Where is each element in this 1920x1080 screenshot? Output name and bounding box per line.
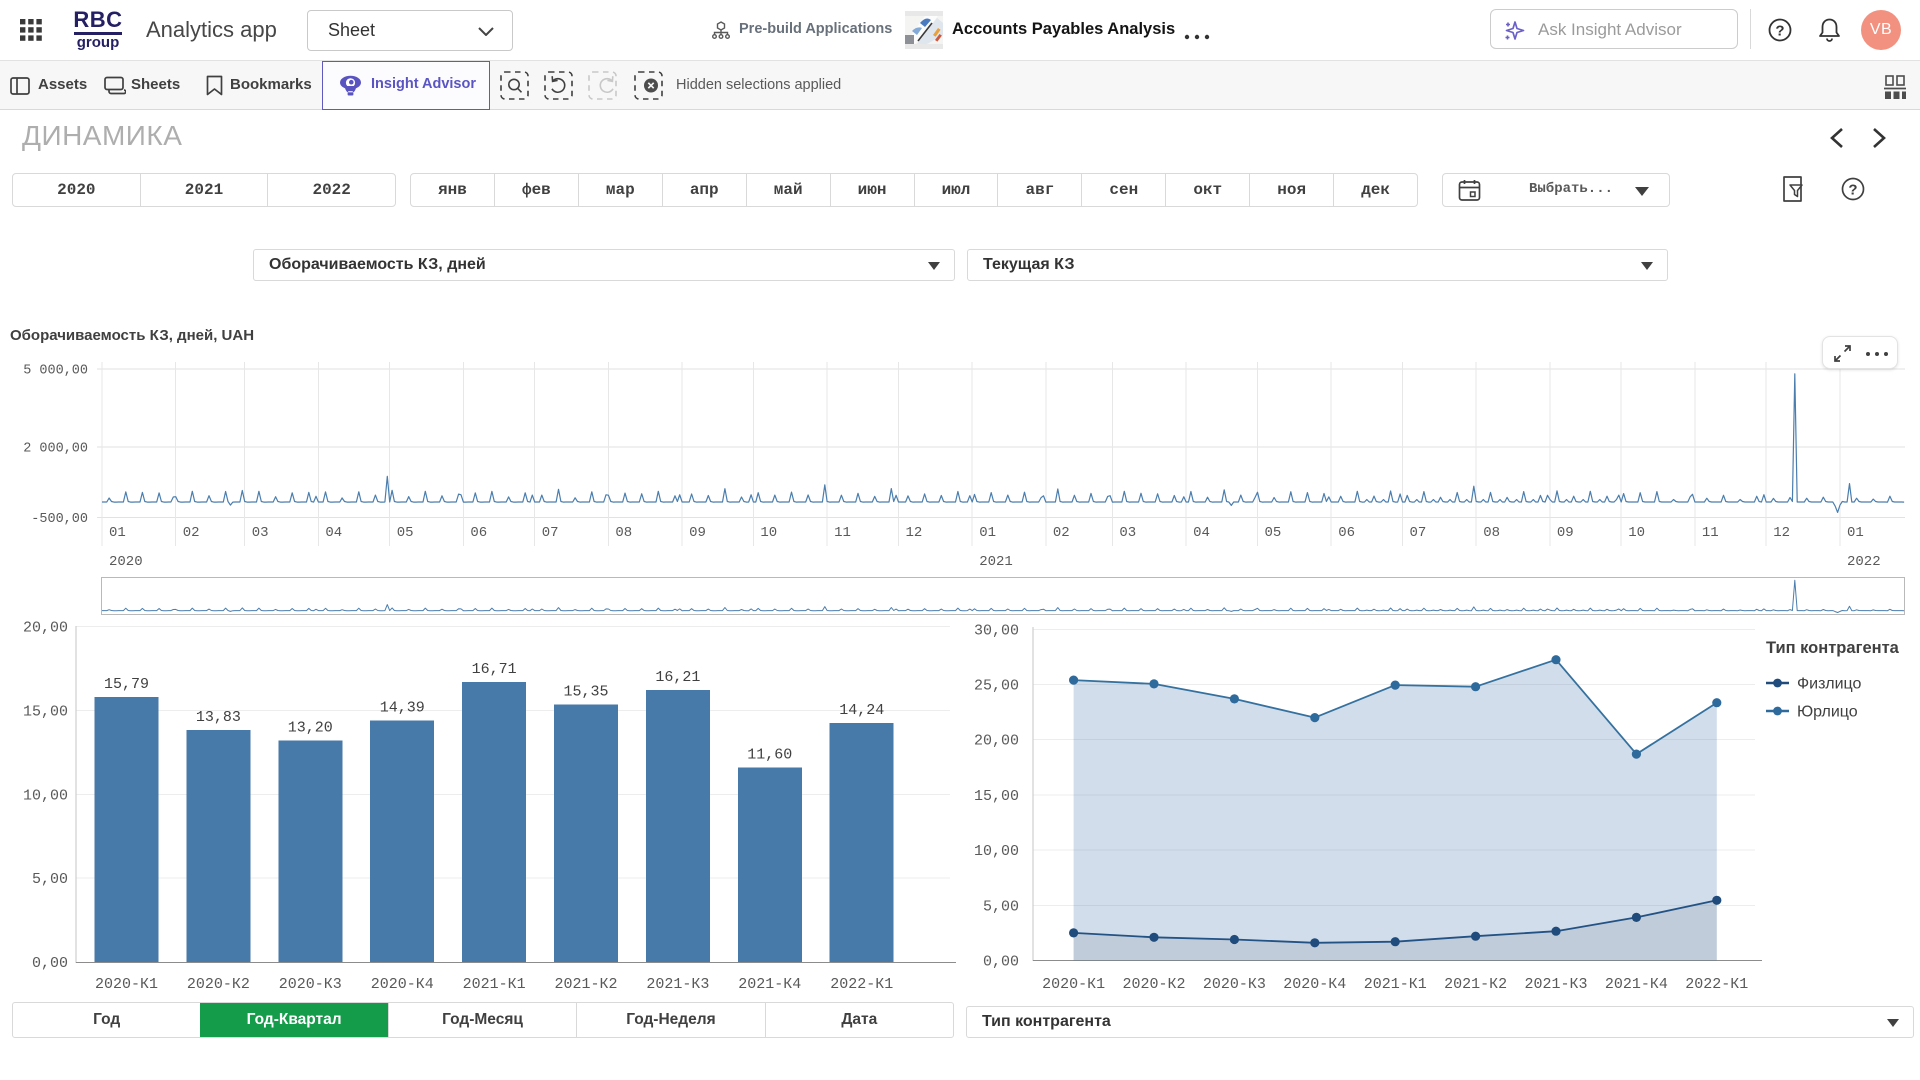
svg-text:11,60: 11,60 [747, 747, 792, 764]
svg-text:2021-К3: 2021-К3 [646, 976, 709, 993]
svg-text:Юрлицо: Юрлицо [1797, 704, 1858, 721]
svg-text:2021: 2021 [979, 554, 1013, 570]
svg-text:-500,00: -500,00 [31, 512, 88, 527]
svg-text:20,00: 20,00 [23, 620, 68, 637]
svg-text:Тип контрагента: Тип контрагента [1766, 639, 1900, 657]
svg-text:14,24: 14,24 [839, 702, 884, 719]
svg-text:08: 08 [615, 525, 632, 541]
svg-text:5,00: 5,00 [983, 898, 1019, 915]
svg-text:Физлицо: Физлицо [1797, 676, 1862, 693]
svg-text:05: 05 [1265, 525, 1282, 541]
svg-text:2021-К2: 2021-К2 [554, 976, 617, 993]
svg-text:02: 02 [183, 525, 200, 541]
svg-text:01: 01 [109, 525, 126, 541]
svg-text:?: ? [1848, 182, 1857, 199]
svg-text:06: 06 [470, 525, 487, 541]
svg-text:12: 12 [906, 525, 923, 541]
svg-text:09: 09 [1557, 525, 1574, 541]
svg-text:10,00: 10,00 [23, 787, 68, 804]
svg-text:08: 08 [1483, 525, 1500, 541]
svg-text:2020-К2: 2020-К2 [187, 976, 250, 993]
svg-text:2020-К1: 2020-К1 [1042, 976, 1105, 993]
svg-text:04: 04 [325, 525, 342, 541]
svg-text:01: 01 [979, 525, 996, 541]
svg-text:2021-К2: 2021-К2 [1444, 976, 1507, 993]
svg-text:30,00: 30,00 [974, 622, 1019, 639]
svg-text:?: ? [1775, 23, 1784, 40]
svg-text:5 000,00: 5 000,00 [23, 364, 88, 379]
svg-text:2021-К3: 2021-К3 [1524, 976, 1587, 993]
svg-text:06: 06 [1338, 525, 1355, 541]
svg-text:13,20: 13,20 [288, 720, 333, 737]
svg-text:0,00: 0,00 [983, 954, 1019, 971]
svg-text:13,83: 13,83 [196, 709, 241, 726]
svg-text:15,00: 15,00 [23, 704, 68, 721]
svg-text:2020-К4: 2020-К4 [371, 976, 434, 993]
svg-text:03: 03 [1119, 525, 1136, 541]
svg-text:2020-К2: 2020-К2 [1122, 976, 1185, 993]
svg-text:2021-К1: 2021-К1 [1364, 976, 1427, 993]
svg-text:16,21: 16,21 [655, 669, 700, 686]
svg-text:2022-К1: 2022-К1 [830, 976, 893, 993]
svg-text:2020: 2020 [109, 554, 143, 570]
svg-text:12: 12 [1773, 525, 1790, 541]
svg-text:03: 03 [252, 525, 269, 541]
svg-text:05: 05 [397, 525, 414, 541]
svg-text:14,39: 14,39 [380, 700, 425, 717]
svg-text:07: 07 [1410, 525, 1427, 541]
svg-text:16,71: 16,71 [472, 661, 517, 678]
svg-text:5,00: 5,00 [32, 871, 68, 888]
svg-text:2022-К1: 2022-К1 [1685, 976, 1748, 993]
svg-text:2021-К4: 2021-К4 [1605, 976, 1668, 993]
svg-text:11: 11 [834, 525, 851, 541]
svg-text:2020-К3: 2020-К3 [279, 976, 342, 993]
svg-text:25,00: 25,00 [974, 678, 1019, 695]
svg-text:15,35: 15,35 [563, 684, 608, 701]
svg-text:2020-К3: 2020-К3 [1203, 976, 1266, 993]
svg-text:04: 04 [1193, 525, 1210, 541]
svg-text:10,00: 10,00 [974, 843, 1019, 860]
svg-text:2022: 2022 [1847, 554, 1881, 570]
svg-text:01: 01 [1847, 525, 1864, 541]
svg-text:11: 11 [1702, 525, 1719, 541]
svg-text:02: 02 [1053, 525, 1070, 541]
svg-text:0,00: 0,00 [32, 955, 68, 972]
svg-text:09: 09 [689, 525, 706, 541]
svg-text:15,79: 15,79 [104, 676, 149, 693]
svg-text:15,00: 15,00 [974, 788, 1019, 805]
svg-text:10: 10 [1628, 525, 1645, 541]
svg-text:2021-К4: 2021-К4 [738, 976, 801, 993]
svg-text:2 000,00: 2 000,00 [23, 442, 88, 457]
svg-text:10: 10 [760, 525, 777, 541]
svg-text:07: 07 [542, 525, 559, 541]
svg-text:2021-К1: 2021-К1 [463, 976, 526, 993]
svg-text:2020-К4: 2020-К4 [1283, 976, 1346, 993]
svg-text:20,00: 20,00 [974, 733, 1019, 750]
svg-text:2020-К1: 2020-К1 [95, 976, 158, 993]
